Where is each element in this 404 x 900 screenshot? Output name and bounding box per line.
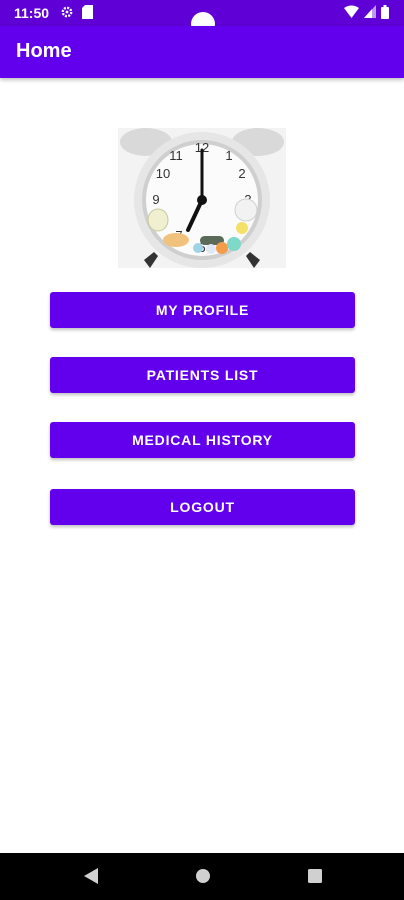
svg-text:9: 9	[152, 192, 159, 207]
patients-list-button[interactable]: PATIENTS LIST	[50, 357, 355, 393]
medical-history-button[interactable]: MEDICAL HISTORY	[50, 422, 355, 458]
gear-icon	[60, 5, 74, 24]
svg-text:11: 11	[169, 148, 183, 163]
logout-button[interactable]: LOGOUT	[50, 489, 355, 525]
my-profile-button[interactable]: MY PROFILE	[50, 292, 355, 328]
svg-text:10: 10	[156, 166, 170, 181]
app-bar: Home	[0, 26, 404, 78]
svg-text:1: 1	[225, 148, 232, 163]
page-title: Home	[16, 40, 72, 62]
system-nav-bar	[0, 853, 404, 900]
status-time: 11:50	[14, 5, 50, 21]
recents-icon[interactable]	[306, 866, 324, 891]
alarm-clock-with-pills-image: 12 1 2 3 11 10 9 6 7	[118, 128, 286, 268]
home-icon[interactable]	[194, 866, 212, 891]
sim-card-icon	[82, 5, 93, 24]
svg-text:2: 2	[238, 166, 245, 181]
back-icon[interactable]	[82, 866, 100, 891]
wifi-icon	[344, 5, 359, 23]
battery-icon	[381, 5, 389, 24]
signal-icon	[364, 5, 376, 23]
